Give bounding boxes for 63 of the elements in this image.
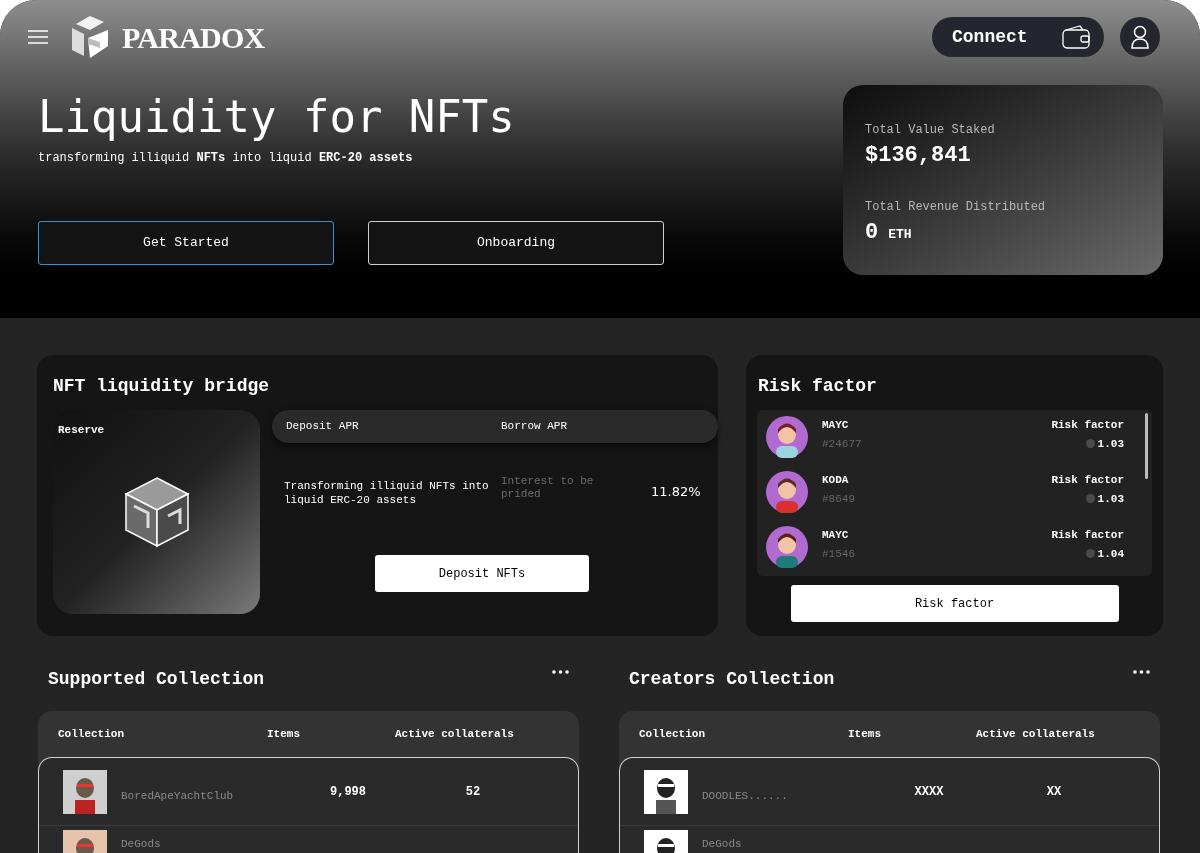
collection-name: BoredApeYachtClub [121, 789, 235, 805]
nft-name: MAYC [822, 418, 850, 433]
stat-value: 0 [865, 219, 879, 247]
column-header: Active collaterals [976, 726, 1095, 742]
menu-icon[interactable] [28, 30, 48, 44]
column-header: Items [267, 726, 301, 742]
reserve-label: Reserve [58, 423, 105, 438]
hero-title: Liquidity for NFTs [38, 90, 516, 144]
more-icon[interactable] [1133, 670, 1150, 674]
scrollbar [1145, 413, 1148, 479]
dot-icon [1085, 494, 1095, 504]
brand-name: PARADOX [122, 19, 265, 56]
profile-button[interactable] [1120, 17, 1160, 57]
more-icon[interactable] [552, 670, 569, 674]
wallet-icon [1062, 25, 1090, 49]
connect-button[interactable]: Connect [932, 17, 1104, 57]
column-header: Active collaterals [395, 726, 514, 742]
avatar [766, 416, 808, 458]
risk-factor-button[interactable]: Risk factor [790, 585, 1119, 622]
items-count: XXXX [913, 783, 945, 801]
stat-value: $136,841 [865, 142, 971, 170]
risk-label: Risk factor [1051, 418, 1124, 433]
active-count: 52 [464, 783, 482, 801]
nft-id: #8649 [822, 491, 855, 507]
column-header: Items [848, 726, 882, 742]
column-header: Collection [639, 726, 706, 742]
items-count: 9,998 [329, 783, 367, 801]
hero-button[interactable]: Onboarding [368, 221, 664, 265]
risk-label: Risk factor [1051, 528, 1124, 543]
dot-icon [1085, 549, 1095, 559]
card-title: Risk factor [757, 375, 878, 398]
risk-value: 1.03 [1097, 436, 1124, 452]
deposit-button[interactable]: Deposit NFTs [375, 555, 589, 592]
collection-name: DeGods [702, 837, 743, 852]
nft-id: #1546 [822, 546, 855, 562]
risk-label: Risk factor [1051, 473, 1124, 488]
risk-value: 1.03 [1097, 491, 1124, 507]
nft-name: MAYC [822, 528, 850, 543]
nft-id: #24677 [822, 436, 862, 452]
collection-name: DOODLES...... [702, 789, 789, 805]
avatar [766, 526, 808, 568]
bridge-description: Transforming illiquid NFTs into liquid ERC-20 assets [284, 479, 490, 507]
stat-unit: ETH [888, 226, 912, 244]
column-header: Borrow APR [501, 419, 567, 435]
interest-note: Interest to be prided [501, 475, 595, 501]
nft-name: KODA [822, 473, 850, 488]
rate-value: 11.82% [651, 483, 701, 501]
collection-name: DeGods [121, 837, 162, 852]
section-title: Creators Collection [629, 668, 835, 691]
avatar [766, 471, 808, 513]
user-icon [1130, 25, 1150, 49]
stat-label: Total Revenue Distributed [865, 199, 1047, 216]
card-title: NFT liquidity bridge [53, 375, 271, 398]
cube-icon [123, 476, 190, 548]
active-count: XX [1045, 783, 1063, 801]
risk-value: 1.04 [1097, 546, 1124, 562]
hero-button[interactable]: Get Started [38, 221, 334, 265]
section-title: Supported Collection [48, 668, 265, 691]
column-header: Deposit APR [286, 419, 360, 435]
column-header: Collection [58, 726, 125, 742]
stat-label: Total Value Staked [865, 122, 996, 139]
hero-subtitle: transforming illiquid NFTs into liquid ERC-20 assets [38, 150, 414, 167]
dot-icon [1085, 439, 1095, 449]
